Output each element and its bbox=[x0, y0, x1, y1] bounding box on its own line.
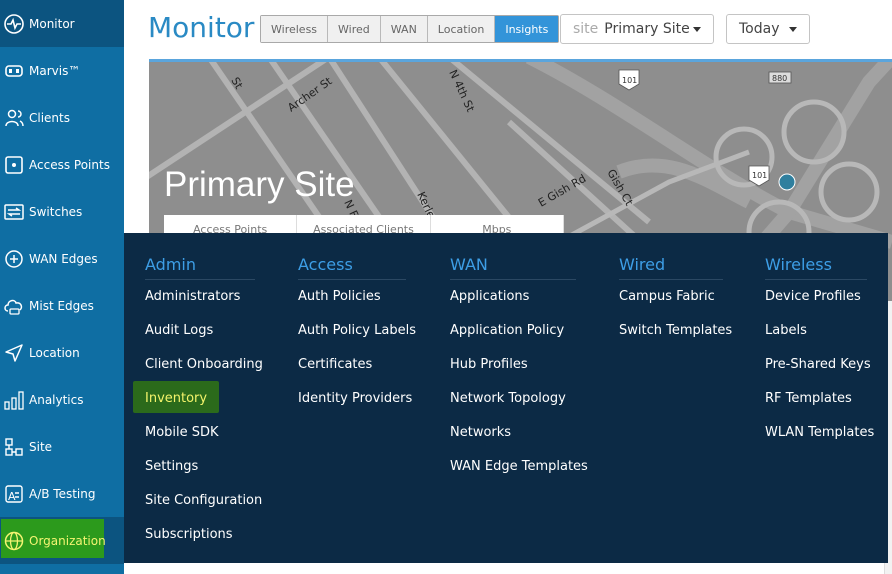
divider bbox=[619, 279, 723, 280]
site-selector-prefix: site bbox=[573, 21, 599, 37]
menu-item-site-configuration[interactable]: Site Configuration bbox=[145, 493, 262, 508]
highway-shield: 101 bbox=[622, 76, 637, 85]
sidebar-item-label: Switches bbox=[29, 204, 83, 219]
menu-item-labels[interactable]: Labels bbox=[765, 323, 807, 338]
analytics-icon bbox=[1, 387, 27, 413]
sidebar-item-marvis[interactable]: Marvis™ bbox=[0, 47, 124, 94]
sidebar-item-label: Site bbox=[29, 439, 53, 454]
monitor-view-tabs: Wireless Wired WAN Location Insights bbox=[260, 15, 560, 43]
sidebar-item-label: Analytics bbox=[29, 392, 84, 407]
menu-column-title-wireless: Wireless bbox=[765, 255, 832, 274]
divider bbox=[765, 279, 867, 280]
sidebar-item-mist-edges[interactable]: Mist Edges bbox=[0, 282, 124, 329]
sidebar-item-clients[interactable]: Clients bbox=[0, 94, 124, 141]
sidebar-item-site[interactable]: Site bbox=[0, 423, 124, 470]
sidebar-nav: Monitor Marvis™ Clients Access Points Sw… bbox=[0, 0, 124, 574]
menu-item-auth-policy-labels[interactable]: Auth Policy Labels bbox=[298, 323, 416, 338]
menu-column-title-admin: Admin bbox=[145, 255, 196, 274]
sidebar-item-label: Marvis™ bbox=[29, 63, 81, 78]
menu-item-campus-fabric[interactable]: Campus Fabric bbox=[619, 289, 715, 304]
menu-item-pre-shared-keys[interactable]: Pre-Shared Keys bbox=[765, 357, 871, 372]
menu-item-identity-providers[interactable]: Identity Providers bbox=[298, 391, 412, 406]
menu-item-client-onboarding[interactable]: Client Onboarding bbox=[145, 357, 263, 372]
sidebar-item-organization[interactable]: Organization bbox=[0, 517, 124, 564]
menu-column-title-access: Access bbox=[298, 255, 353, 274]
menu-item-inventory[interactable]: Inventory bbox=[145, 391, 207, 406]
sidebar-item-ab-testing[interactable]: A A/B Testing bbox=[0, 470, 124, 517]
menu-item-audit-logs[interactable]: Audit Logs bbox=[145, 323, 213, 338]
sidebar-item-label: Access Points bbox=[29, 157, 110, 172]
tab-insights[interactable]: Insights bbox=[495, 16, 559, 42]
sidebar-item-switches[interactable]: Switches bbox=[0, 188, 124, 235]
tab-wan[interactable]: WAN bbox=[380, 16, 428, 42]
divider bbox=[145, 279, 255, 280]
chevron-down-icon bbox=[789, 26, 797, 32]
sidebar-item-location[interactable]: Location bbox=[0, 329, 124, 376]
highway-shield: 101 bbox=[752, 171, 767, 180]
site-name-overlay: Primary Site bbox=[164, 165, 355, 204]
date-range-value: Today bbox=[739, 21, 780, 37]
menu-item-mobile-sdk[interactable]: Mobile SDK bbox=[145, 425, 219, 440]
sidebar-item-wan-edges[interactable]: WAN Edges bbox=[0, 235, 124, 282]
tab-wired[interactable]: Wired bbox=[328, 16, 381, 42]
menu-item-wan-edge-templates[interactable]: WAN Edge Templates bbox=[450, 459, 588, 474]
switches-icon bbox=[1, 199, 27, 225]
stat-tab-mbps[interactable]: Mbps bbox=[431, 215, 564, 235]
site-stat-tabs: Access Points Associated Clients Mbps bbox=[164, 215, 564, 235]
sidebar-item-label: Mist Edges bbox=[29, 298, 94, 313]
organization-icon bbox=[1, 528, 27, 554]
menu-item-hub-profiles[interactable]: Hub Profiles bbox=[450, 357, 528, 372]
menu-item-application-policy[interactable]: Application Policy bbox=[450, 323, 564, 338]
sidebar-item-analytics[interactable]: Analytics bbox=[0, 376, 124, 423]
date-range-selector[interactable]: Today bbox=[726, 14, 810, 44]
ab-testing-icon: A bbox=[1, 481, 27, 507]
menu-item-switch-templates[interactable]: Switch Templates bbox=[619, 323, 732, 338]
menu-column-title-wan: WAN bbox=[450, 255, 488, 274]
stat-tab-access-points[interactable]: Access Points bbox=[164, 215, 298, 235]
site-selector[interactable]: site Primary Site bbox=[560, 14, 714, 44]
site-selector-value: Primary Site bbox=[604, 21, 690, 37]
highway-shield: 880 bbox=[772, 74, 787, 83]
divider bbox=[450, 279, 576, 280]
sidebar-item-label: Monitor bbox=[29, 16, 75, 31]
tab-location[interactable]: Location bbox=[427, 16, 496, 42]
site-icon bbox=[1, 434, 27, 460]
sidebar-item-label: WAN Edges bbox=[29, 251, 98, 266]
menu-item-administrators[interactable]: Administrators bbox=[145, 289, 240, 304]
sidebar-item-label: A/B Testing bbox=[29, 486, 96, 501]
access-point-icon bbox=[1, 152, 27, 178]
menu-item-rf-templates[interactable]: RF Templates bbox=[765, 391, 852, 406]
page-title: Monitor bbox=[148, 11, 255, 44]
sidebar-item-label: Clients bbox=[29, 110, 70, 125]
mist-edges-icon bbox=[1, 293, 27, 319]
svg-text:A: A bbox=[8, 490, 16, 503]
sidebar-item-access-points[interactable]: Access Points bbox=[0, 141, 124, 188]
menu-item-device-profiles[interactable]: Device Profiles bbox=[765, 289, 861, 304]
menu-item-subscriptions[interactable]: Subscriptions bbox=[145, 527, 233, 542]
menu-item-applications[interactable]: Applications bbox=[450, 289, 529, 304]
menu-item-certificates[interactable]: Certificates bbox=[298, 357, 372, 372]
tab-wireless[interactable]: Wireless bbox=[261, 16, 329, 42]
sidebar-item-label: Location bbox=[29, 345, 80, 360]
wan-edges-icon bbox=[1, 246, 27, 272]
menu-item-auth-policies[interactable]: Auth Policies bbox=[298, 289, 381, 304]
menu-column-title-wired: Wired bbox=[619, 255, 666, 274]
clients-icon bbox=[1, 105, 27, 131]
sidebar-item-monitor[interactable]: Monitor bbox=[0, 0, 124, 47]
monitor-icon bbox=[1, 11, 27, 37]
chevron-down-icon bbox=[693, 26, 701, 32]
menu-item-network-topology[interactable]: Network Topology bbox=[450, 391, 566, 406]
divider bbox=[298, 279, 406, 280]
marvis-icon bbox=[1, 58, 27, 84]
sidebar-item-label: Organization bbox=[29, 533, 106, 548]
menu-item-wlan-templates[interactable]: WLAN Templates bbox=[765, 425, 874, 440]
menu-item-settings[interactable]: Settings bbox=[145, 459, 198, 474]
menu-item-networks[interactable]: Networks bbox=[450, 425, 511, 440]
location-icon bbox=[1, 340, 27, 366]
stat-tab-associated-clients[interactable]: Associated Clients bbox=[297, 215, 431, 235]
